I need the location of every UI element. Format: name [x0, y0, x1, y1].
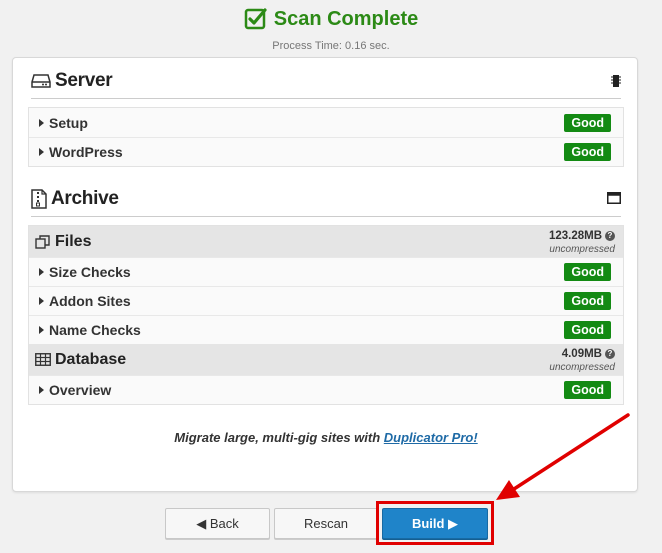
caret-right-icon — [39, 386, 44, 394]
server-title: Server — [55, 70, 113, 91]
database-title: Database — [55, 350, 127, 368]
copy-icon — [35, 234, 50, 249]
database-size: 4.09MB? uncompressed — [549, 347, 615, 373]
rescan-button[interactable]: Rescan — [274, 508, 378, 539]
files-row-name-checks[interactable]: Name Checks Good — [29, 315, 623, 344]
server-row-wordpress[interactable]: WordPress Good — [29, 137, 623, 166]
caret-right-icon — [39, 297, 44, 305]
back-button[interactable]: ◀ Back — [165, 508, 270, 539]
status-badge: Good — [564, 292, 611, 310]
caret-right-icon — [39, 268, 44, 276]
table-icon — [35, 353, 51, 366]
scan-panel: Server Setup Good WordPress Good Archive… — [12, 57, 638, 492]
files-row-addon-sites[interactable]: Addon Sites Good — [29, 286, 623, 315]
caret-right-icon — [39, 148, 44, 156]
status-badge: Good — [564, 143, 611, 161]
status-badge: Good — [564, 321, 611, 339]
process-time: Process Time: 0.16 sec. — [272, 40, 390, 52]
database-row-overview[interactable]: Overview Good — [29, 375, 623, 404]
database-group-header: Database 4.09MB? uncompressed — [29, 344, 623, 375]
window-icon[interactable] — [607, 192, 621, 204]
scan-title: Scan Complete — [244, 6, 418, 32]
archive-title: Archive — [51, 188, 119, 209]
check-square-icon — [244, 8, 267, 30]
files-group-header: Files 123.28MB? uncompressed — [29, 226, 623, 257]
zip-file-icon — [31, 189, 47, 209]
archive-divider — [31, 216, 621, 217]
promo-text: Migrate large, multi-gig sites with Dupl… — [174, 430, 478, 445]
archive-table: Files 123.28MB? uncompressed Size Checks… — [28, 225, 624, 405]
files-size: 123.28MB? uncompressed — [548, 229, 615, 255]
help-icon[interactable]: ? — [605, 349, 615, 359]
caret-right-icon — [39, 326, 44, 334]
files-row-size-checks[interactable]: Size Checks Good — [29, 257, 623, 286]
archive-section-header[interactable]: Archive — [31, 184, 621, 214]
server-table: Setup Good WordPress Good — [28, 107, 624, 167]
status-badge: Good — [564, 263, 611, 281]
files-title: Files — [55, 232, 92, 250]
scan-header: Scan Complete Process Time: 0.16 sec. — [0, 6, 662, 52]
server-divider — [31, 98, 621, 99]
hdd-icon — [31, 74, 51, 88]
caret-right-icon — [39, 118, 44, 127]
status-badge: Good — [564, 381, 611, 399]
server-row-setup[interactable]: Setup Good — [29, 108, 623, 137]
status-badge: Good — [564, 113, 611, 132]
build-button[interactable]: Build ▶ — [382, 508, 488, 539]
scan-title-text: Scan Complete — [273, 8, 419, 30]
server-section-header[interactable]: Server — [31, 66, 621, 96]
chip-icon[interactable] — [611, 74, 621, 88]
help-icon[interactable]: ? — [605, 231, 615, 241]
duplicator-pro-link[interactable]: Duplicator Pro! — [384, 430, 478, 445]
